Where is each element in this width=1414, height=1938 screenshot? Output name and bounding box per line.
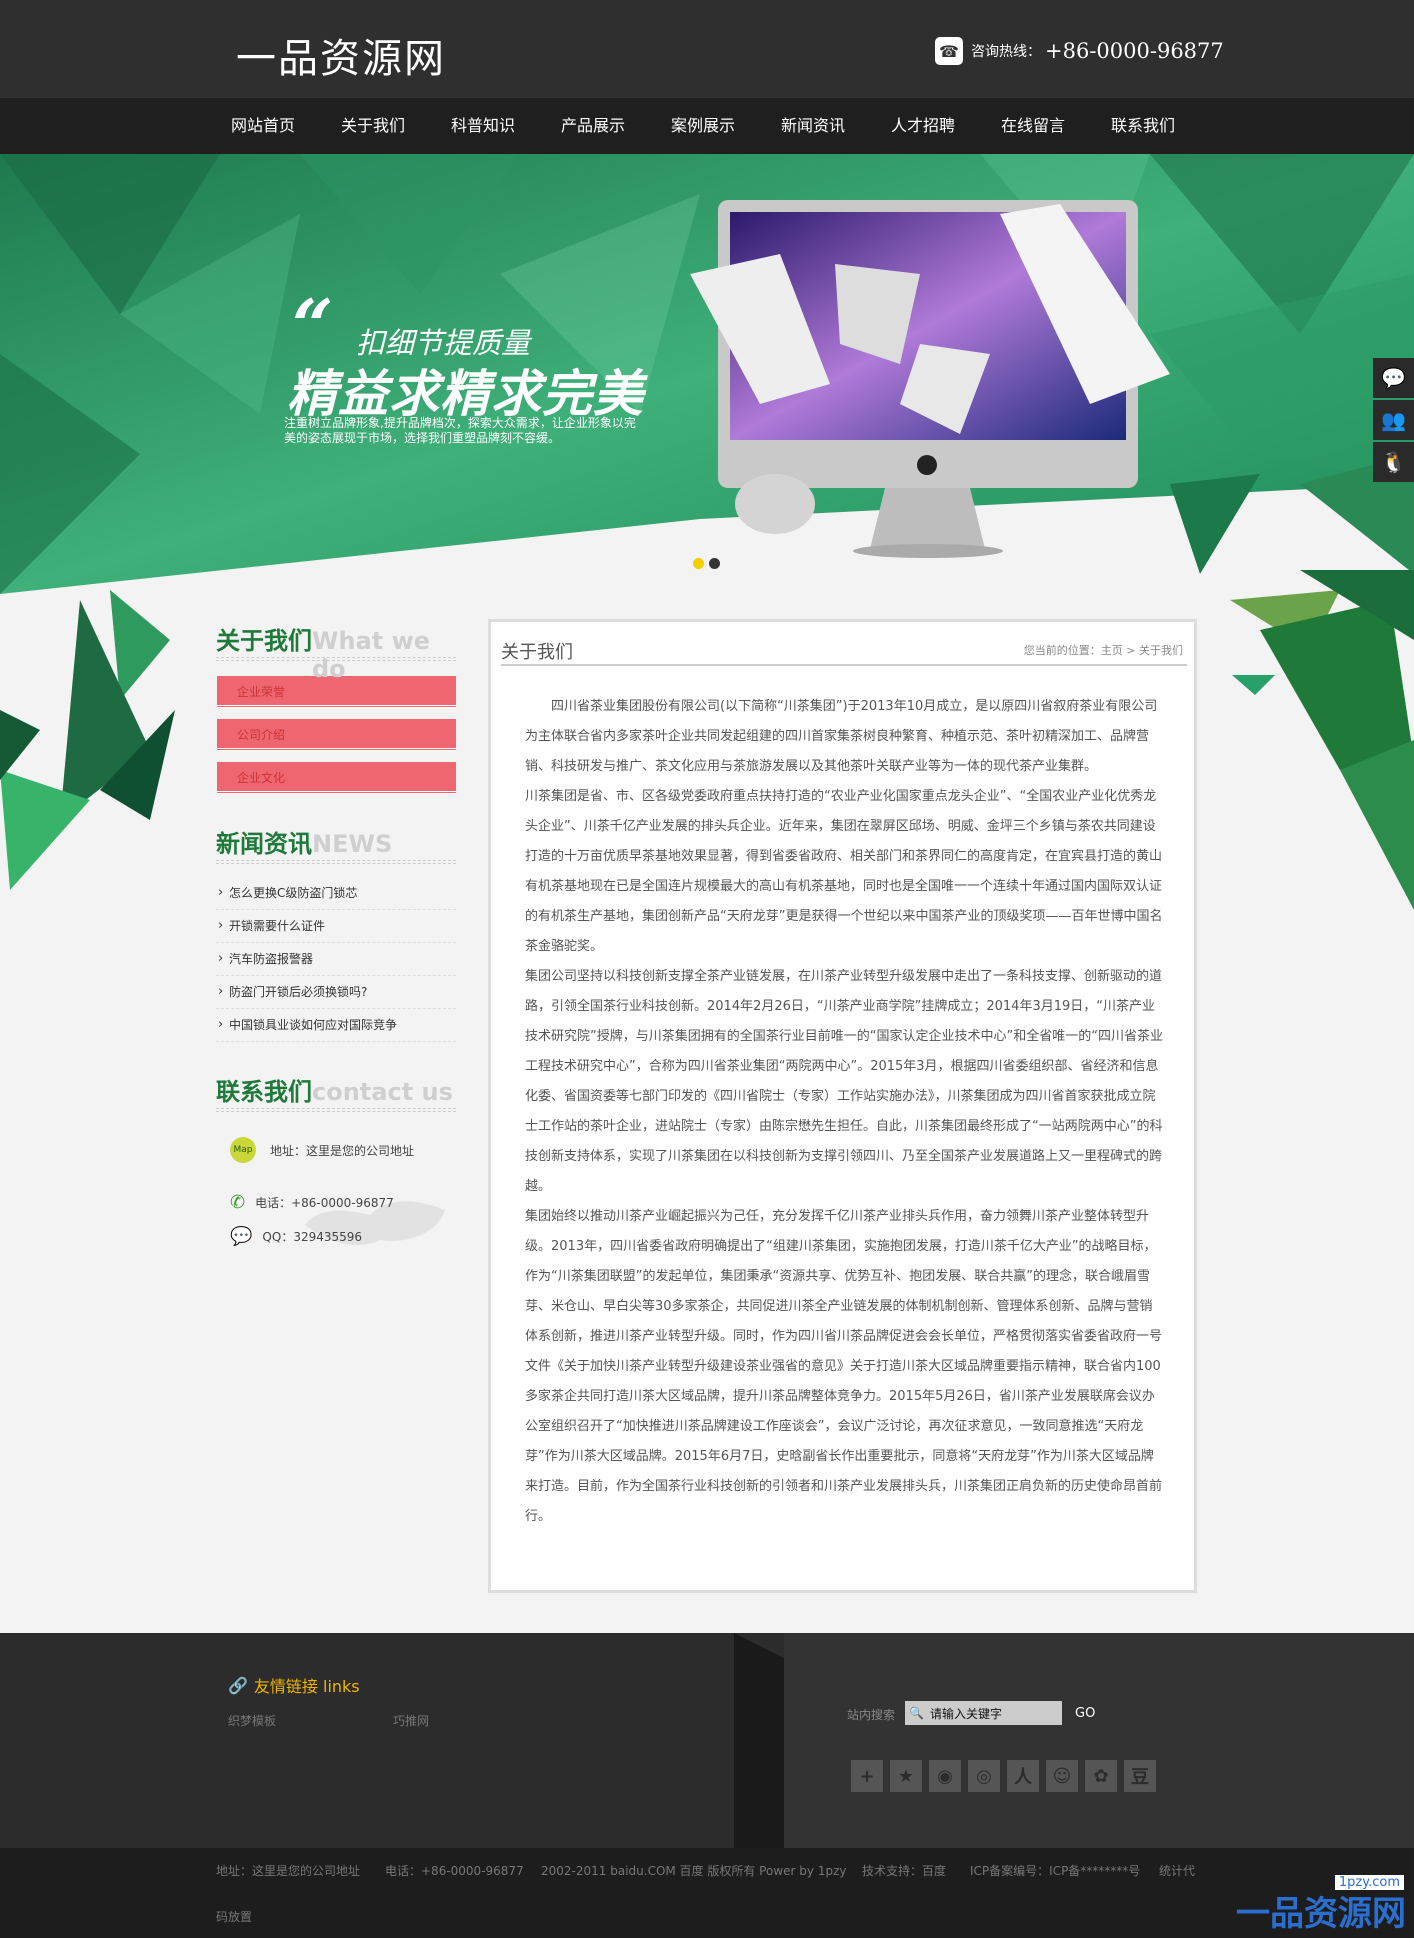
friend-links-label: 友情链接 links [253, 1677, 360, 1696]
hero-banner[interactable]: “ 扣细节提质量 精益求精求完美 注重树立品牌形象,提升品牌档次，探索大众需求，… [0, 154, 1414, 614]
article-paragraph: 川茶集团是省、市、区各级党委政府重点扶持打造的“农业产业化国家重点龙头企业”、“… [525, 789, 1163, 954]
phone-icon: ☎ [935, 37, 963, 65]
link-icon: 🔗 [228, 1675, 248, 1695]
nav-item-message[interactable]: 在线留言 [978, 98, 1088, 154]
article-paragraph: 集团公司坚持以科技创新支撑全茶产业链发展，在川茶产业转型升级发展中走出了一条科技… [525, 969, 1163, 1194]
news-item[interactable]: 中国锁具业谈如何应对国际竞争 [216, 1008, 456, 1042]
chat-icon: 💬 [230, 1226, 253, 1247]
site-header: 一品资源网 ☎ 咨询热线： +86-0000-96877 [0, 0, 1414, 98]
content-header: 关于我们 您当前的位置：主页 > 关于我们 [501, 634, 1187, 666]
right-decoration [1230, 570, 1414, 910]
quote-mark: “ [292, 283, 334, 368]
nav-item-news[interactable]: 新闻资讯 [758, 98, 868, 154]
main-nav: 网站首页 关于我们 科普知识 产品展示 案例展示 新闻资讯 人才招聘 在线留言 … [0, 98, 1414, 154]
friend-links-title: 🔗 友情链接 links [228, 1673, 360, 1697]
about-item-culture[interactable]: 企业文化 [217, 762, 456, 794]
contact-phone: ✆ 电话：+86-0000-96877 [230, 1192, 394, 1213]
nav-item-home[interactable]: 网站首页 [208, 98, 318, 154]
star-icon[interactable]: ★ [890, 1760, 922, 1792]
about-title-en: What we do [312, 627, 431, 683]
wechat-icon[interactable]: 💬 [1373, 358, 1414, 398]
news-item[interactable]: 汽车防盗报警器 [216, 942, 456, 976]
bottom-stats-2: 码放置 [216, 1910, 253, 1924]
slider-dot-active[interactable] [693, 558, 704, 569]
site-logo[interactable]: 一品资源网 [236, 26, 446, 84]
about-title: 关于我们 [216, 627, 312, 655]
article-paragraph: 四川省茶业集团股份有限公司(以下简称“川茶集团”)于2013年10月成立，是以原… [525, 699, 1158, 774]
nav-item-contact[interactable]: 联系我们 [1088, 98, 1198, 154]
watermark-big: 一品资源网 [1236, 1894, 1406, 1934]
douban-icon[interactable]: 豆 [1124, 1760, 1156, 1792]
contact-section-title: 联系我们 contact us [216, 1072, 456, 1106]
search-button[interactable]: GO [1075, 1706, 1095, 1721]
share-bar: + ★ ◉ ◎ 人 ☺ ✿ 豆 [851, 1760, 1156, 1792]
contact-qq-text: QQ：329435596 [262, 1230, 363, 1244]
nav-item-science[interactable]: 科普知识 [428, 98, 538, 154]
contact-address-text: 地址：这里是您的公司地址 [270, 1143, 415, 1158]
weibo-icon[interactable]: ◉ [929, 1760, 961, 1792]
watermark: 1pzy.com 一品资源网 [1222, 1875, 1412, 1935]
footer-right-panel [784, 1633, 1414, 1848]
plus-icon[interactable]: + [851, 1760, 883, 1792]
phone-icon: ✆ [230, 1192, 246, 1213]
about-item-intro[interactable]: 公司介绍 [217, 719, 456, 751]
bottom-stats: 统计代 [1159, 1864, 1196, 1878]
hotline: ☎ 咨询热线： +86-0000-96877 [935, 36, 1224, 66]
contact-title-en: contact us [312, 1078, 453, 1106]
divider [216, 1108, 456, 1112]
bottom-copyright: 2002-2011 baidu.COM 百度 版权所有 Power by 1pz… [541, 1864, 847, 1878]
news-item[interactable]: 防盗门开锁后必须换锁吗? [216, 975, 456, 1009]
customer-service-icon[interactable]: 👥 [1373, 400, 1414, 440]
contact-address: Map 地址：这里是您的公司地址 [230, 1137, 414, 1163]
bottom-phone: 电话：+86-0000-96877 [385, 1864, 524, 1878]
contact-qq: 💬 QQ：329435596 [230, 1226, 362, 1247]
about-section-title: 关于我们 What we do [216, 621, 456, 683]
friend-link[interactable]: 巧推网 [393, 1712, 429, 1729]
nav-item-products[interactable]: 产品展示 [538, 98, 648, 154]
contact-phone-text: 电话：+86-0000-96877 [255, 1196, 394, 1210]
content-box: 关于我们 您当前的位置：主页 > 关于我们 四川省茶业集团股份有限公司(以下简称… [488, 619, 1197, 1593]
news-item[interactable]: 怎么更换C级防盗门锁芯 [216, 876, 456, 910]
hotline-label: 咨询热线： [971, 44, 1041, 60]
left-decoration [0, 590, 175, 890]
content-title: 关于我们 [501, 642, 573, 663]
search-label: 站内搜索 [847, 1708, 896, 1722]
qzone-icon[interactable]: ✿ [1085, 1760, 1117, 1792]
bottom-support: 技术支持：百度 [862, 1864, 947, 1878]
bottom-address: 地址：这里是您的公司地址 [216, 1864, 361, 1878]
divider [216, 860, 456, 864]
renren-icon[interactable]: 人 [1007, 1760, 1039, 1792]
search-placeholder: 请输入关键字 [929, 1706, 1002, 1721]
article-paragraph: 集团始终以推动川茶产业崛起振兴为己任，充分发挥千亿川茶产业排头兵作用，奋力领舞川… [525, 1209, 1163, 1524]
news-title-en: NEWS [312, 830, 393, 858]
side-float-toolbar: 💬 👥 🐧 [1373, 358, 1414, 484]
qq-icon[interactable]: 🐧 [1373, 442, 1414, 482]
slider-dot[interactable] [709, 558, 720, 569]
news-item[interactable]: 开锁需要什么证件 [216, 909, 456, 943]
news-section-title: 新闻资讯 NEWS [216, 824, 456, 858]
footer-divider-shape [734, 1633, 784, 1848]
nav-item-cases[interactable]: 案例展示 [648, 98, 758, 154]
search-icon: 🔍 [909, 1706, 924, 1720]
nav-item-about[interactable]: 关于我们 [318, 98, 428, 154]
map-icon: Map [230, 1137, 256, 1163]
breadcrumb: 您当前的位置：主页 > 关于我们 [1023, 644, 1183, 657]
banner-background [0, 154, 1414, 614]
hotline-number: +86-0000-96877 [1045, 39, 1224, 63]
bottom-icp: ICP备案编号：ICP备********号 [970, 1864, 1141, 1878]
kaixin-icon[interactable]: ☺ [1046, 1760, 1078, 1792]
news-title: 新闻资讯 [216, 830, 312, 858]
tencent-icon[interactable]: ◎ [968, 1760, 1000, 1792]
article-body: 四川省茶业集团股份有限公司(以下简称“川茶集团”)于2013年10月成立，是以原… [525, 692, 1165, 1532]
nav-item-jobs[interactable]: 人才招聘 [868, 98, 978, 154]
friend-link[interactable]: 织梦模板 [228, 1712, 276, 1729]
banner-description: 注重树立品牌形象,提升品牌档次，探索大众需求，让企业形象以完美的姿态展现于市场，… [284, 416, 636, 445]
slider-dots [693, 558, 720, 569]
contact-title: 联系我们 [216, 1078, 312, 1106]
search-input[interactable]: 🔍 请输入关键字 [905, 1701, 1062, 1725]
